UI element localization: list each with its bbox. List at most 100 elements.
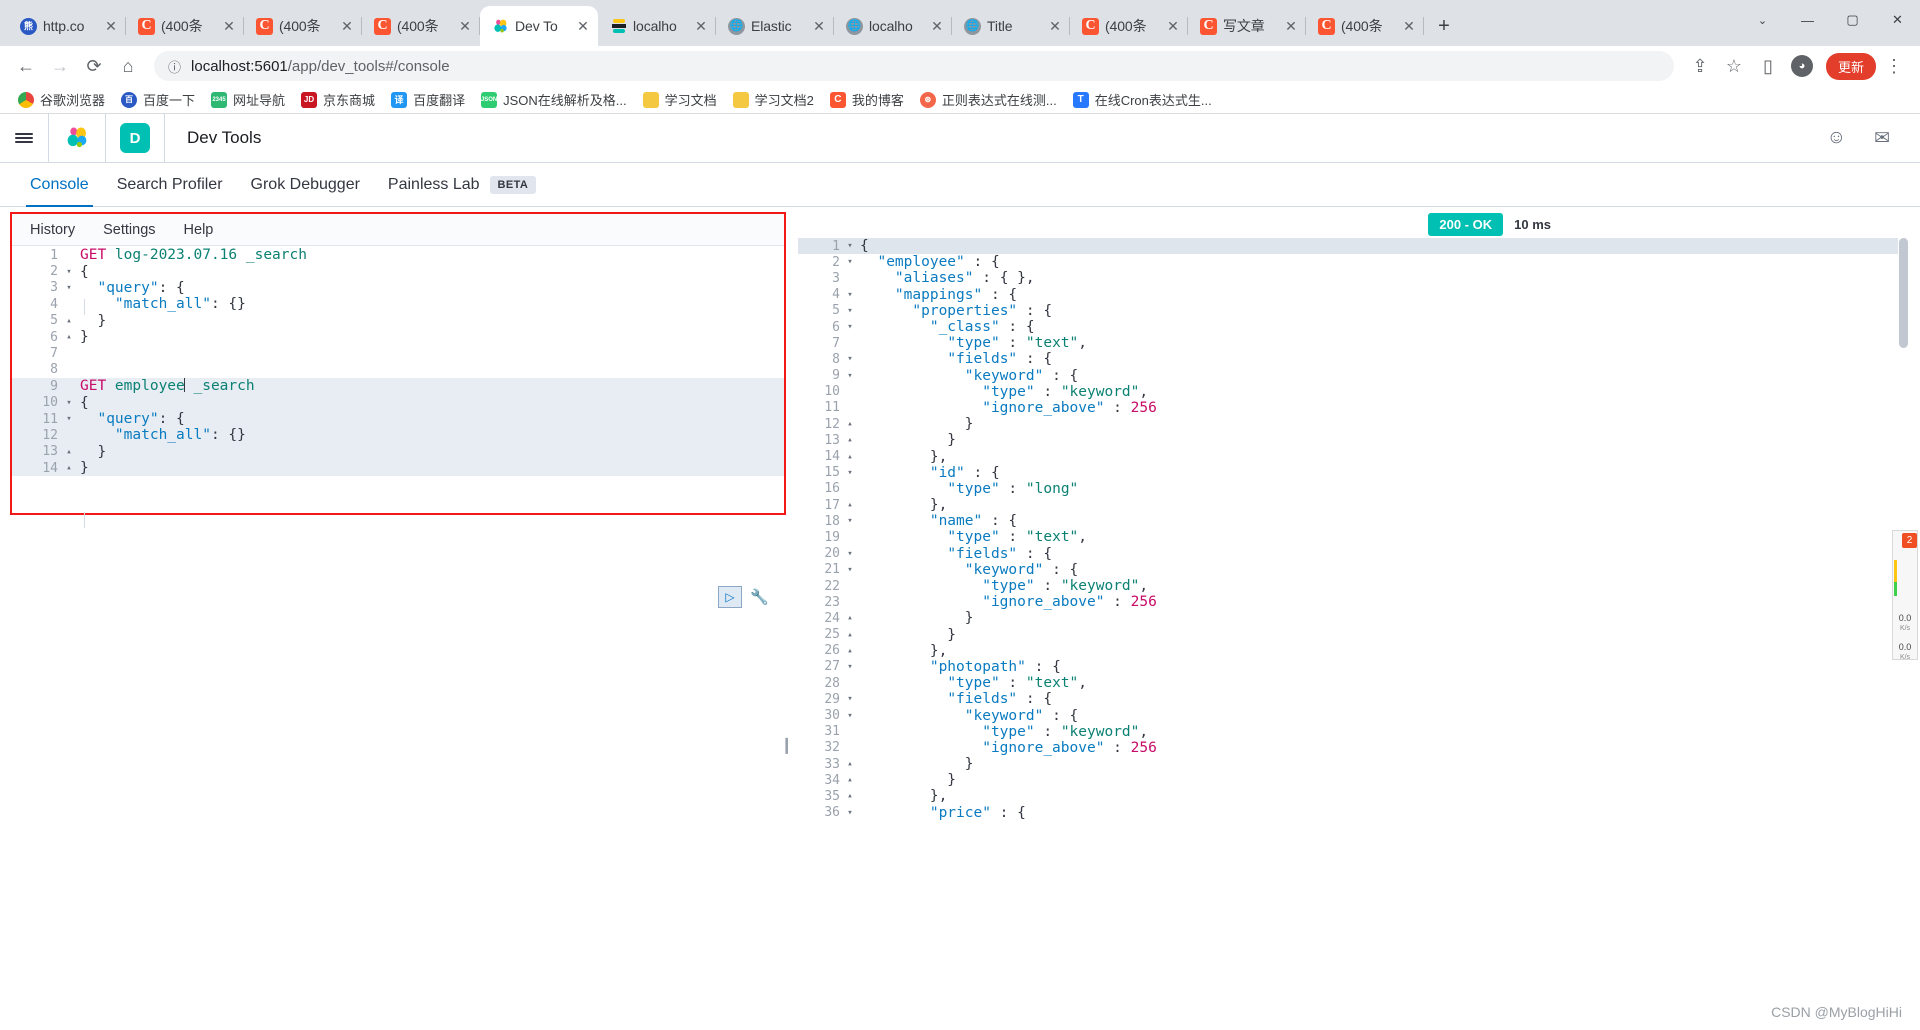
- browser-tab[interactable]: 🌐 Title ✕: [952, 6, 1070, 46]
- forward-button[interactable]: →: [44, 50, 76, 82]
- fold-toggle-icon[interactable]: ▴: [844, 775, 856, 785]
- fold-toggle-icon[interactable]: ▴: [844, 791, 856, 801]
- profile-icon[interactable]: ◕: [1786, 50, 1818, 82]
- side-panel-icon[interactable]: ▯: [1752, 50, 1784, 82]
- share-icon[interactable]: ⇪: [1684, 50, 1716, 82]
- tab-close-icon[interactable]: ✕: [458, 18, 472, 35]
- browser-tab[interactable]: C (400条 ✕: [126, 6, 244, 46]
- fold-toggle-icon[interactable]: ▴: [844, 630, 856, 640]
- tab-close-icon[interactable]: ✕: [1402, 18, 1416, 35]
- fold-toggle-icon[interactable]: ▾: [64, 398, 74, 408]
- browser-menu-icon[interactable]: ⋮: [1878, 50, 1910, 82]
- maximize-icon[interactable]: ▢: [1830, 0, 1875, 40]
- browser-tab[interactable]: 🌐 localho ✕: [834, 6, 952, 46]
- tab-close-icon[interactable]: ✕: [576, 18, 590, 35]
- fold-toggle-icon[interactable]: ▴: [844, 500, 856, 510]
- fold-toggle-icon[interactable]: ▾: [844, 711, 856, 721]
- bookmark-item[interactable]: T 在线Cron表达式生...: [1067, 87, 1218, 112]
- fold-toggle-icon[interactable]: ▾: [844, 241, 856, 251]
- mail-icon[interactable]: ✉: [1874, 127, 1890, 150]
- tab-close-icon[interactable]: ✕: [222, 18, 236, 35]
- fold-toggle-icon[interactable]: ▾: [844, 468, 856, 478]
- browser-tab[interactable]: Dev To ✕: [480, 6, 598, 46]
- fold-toggle-icon[interactable]: ▾: [844, 694, 856, 704]
- fold-toggle-icon[interactable]: ▾: [844, 306, 856, 316]
- bookmark-item[interactable]: 学习文档2: [727, 87, 820, 112]
- response-scrollbar[interactable]: [1899, 238, 1908, 348]
- browser-tab[interactable]: C (400条 ✕: [1306, 6, 1424, 46]
- bookmark-item[interactable]: JD 京东商城: [295, 87, 381, 112]
- browser-tab[interactable]: 熊 http.co ✕: [8, 6, 126, 46]
- browser-tab[interactable]: C 写文章 ✕: [1188, 6, 1306, 46]
- bookmark-item[interactable]: 百百度一下: [115, 87, 201, 112]
- tab-close-icon[interactable]: ✕: [694, 18, 708, 35]
- fold-toggle-icon[interactable]: ▾: [844, 371, 856, 381]
- close-window-icon[interactable]: ✕: [1875, 0, 1920, 40]
- fold-toggle-icon[interactable]: ▾: [844, 322, 856, 332]
- tab-console[interactable]: Console: [16, 176, 103, 207]
- fold-toggle-icon[interactable]: ▴: [844, 419, 856, 429]
- tab-grok-debugger[interactable]: Grok Debugger: [237, 176, 374, 206]
- home-button[interactable]: ⌂: [112, 50, 144, 82]
- console-menu-history[interactable]: History: [30, 222, 75, 238]
- tab-close-icon[interactable]: ✕: [812, 18, 826, 35]
- bookmark-item[interactable]: 译百度翻译: [385, 87, 471, 112]
- fold-toggle-icon[interactable]: ▾: [64, 267, 74, 277]
- tab-close-icon[interactable]: ✕: [104, 18, 118, 35]
- tab-close-icon[interactable]: ✕: [930, 18, 944, 35]
- fold-toggle-icon[interactable]: ▴: [64, 332, 74, 342]
- browser-tab[interactable]: C (400条 ✕: [1070, 6, 1188, 46]
- bookmark-item[interactable]: JSON JSON在线解析及格...: [475, 87, 633, 112]
- fold-toggle-icon[interactable]: ▴: [64, 463, 74, 473]
- fold-toggle-icon[interactable]: ▴: [844, 759, 856, 769]
- wrench-icon[interactable]: 🔧: [750, 588, 769, 606]
- fold-toggle-icon[interactable]: ▴: [844, 435, 856, 445]
- bookmark-star-icon[interactable]: ☆: [1718, 50, 1750, 82]
- bookmark-item[interactable]: 学习文档: [637, 87, 723, 112]
- fold-toggle-icon[interactable]: ▾: [844, 354, 856, 364]
- tab-close-icon[interactable]: ✕: [340, 18, 354, 35]
- fold-toggle-icon[interactable]: ▴: [64, 447, 74, 457]
- back-button[interactable]: ←: [10, 50, 42, 82]
- fold-toggle-icon[interactable]: ▴: [844, 646, 856, 656]
- request-editor[interactable]: 1 GET log-2023.07.16 _search 2 ▾ {3 ▾ "query"…: [12, 247, 784, 528]
- play-icon[interactable]: ▷: [718, 586, 742, 608]
- bookmark-item[interactable]: 谷歌浏览器: [12, 87, 111, 112]
- fold-toggle-icon[interactable]: ▾: [64, 283, 74, 293]
- minimize-icon[interactable]: —: [1785, 0, 1830, 40]
- fold-toggle-icon[interactable]: ▾: [844, 257, 856, 267]
- fold-toggle-icon[interactable]: ▴: [64, 316, 74, 326]
- address-bar[interactable]: ⓘ localhost:5601/app/dev_tools#/console: [154, 51, 1674, 81]
- browser-tab[interactable]: 🌐 Elastic ✕: [716, 6, 834, 46]
- reload-button[interactable]: ⟳: [78, 50, 110, 82]
- console-menu-help[interactable]: Help: [184, 222, 214, 238]
- bookmark-item[interactable]: 2345 网址导航: [205, 87, 291, 112]
- tab-search-chevron-icon[interactable]: ⌄: [1740, 0, 1785, 40]
- tab-search-profiler[interactable]: Search Profiler: [103, 176, 237, 206]
- site-info-icon[interactable]: ⓘ: [168, 57, 181, 76]
- browser-tab[interactable]: C (400条 ✕: [362, 6, 480, 46]
- fold-toggle-icon[interactable]: ▾: [844, 808, 856, 818]
- bookmark-item[interactable]: C 我的博客: [824, 87, 910, 112]
- elastic-logo-icon[interactable]: [49, 125, 105, 151]
- new-tab-button[interactable]: +: [1430, 12, 1458, 40]
- hamburger-icon[interactable]: [0, 131, 48, 145]
- tab-close-icon[interactable]: ✕: [1166, 18, 1180, 35]
- console-menu-settings[interactable]: Settings: [103, 222, 155, 238]
- update-button[interactable]: 更新: [1825, 52, 1876, 80]
- browser-tab[interactable]: localho ✕: [598, 6, 716, 46]
- fold-toggle-icon[interactable]: ▾: [64, 414, 74, 424]
- fold-toggle-icon[interactable]: ▾: [844, 565, 856, 575]
- browser-tab[interactable]: C (400条 ✕: [244, 6, 362, 46]
- tab-painless-lab[interactable]: Painless Lab BETA: [374, 176, 550, 206]
- tab-close-icon[interactable]: ✕: [1048, 18, 1062, 35]
- tab-close-icon[interactable]: ✕: [1284, 18, 1298, 35]
- fold-toggle-icon[interactable]: ▾: [844, 662, 856, 672]
- fold-toggle-icon[interactable]: ▴: [844, 613, 856, 623]
- response-viewer[interactable]: 1 ▾{2 ▾ "employee" : {3 "aliases" : { }, 4 ▾…: [798, 238, 1898, 1003]
- fold-toggle-icon[interactable]: ▾: [844, 290, 856, 300]
- fold-toggle-icon[interactable]: ▾: [844, 549, 856, 559]
- fold-toggle-icon[interactable]: ▾: [844, 516, 856, 526]
- help-icon[interactable]: ☺: [1827, 127, 1846, 149]
- fold-toggle-icon[interactable]: ▴: [844, 452, 856, 462]
